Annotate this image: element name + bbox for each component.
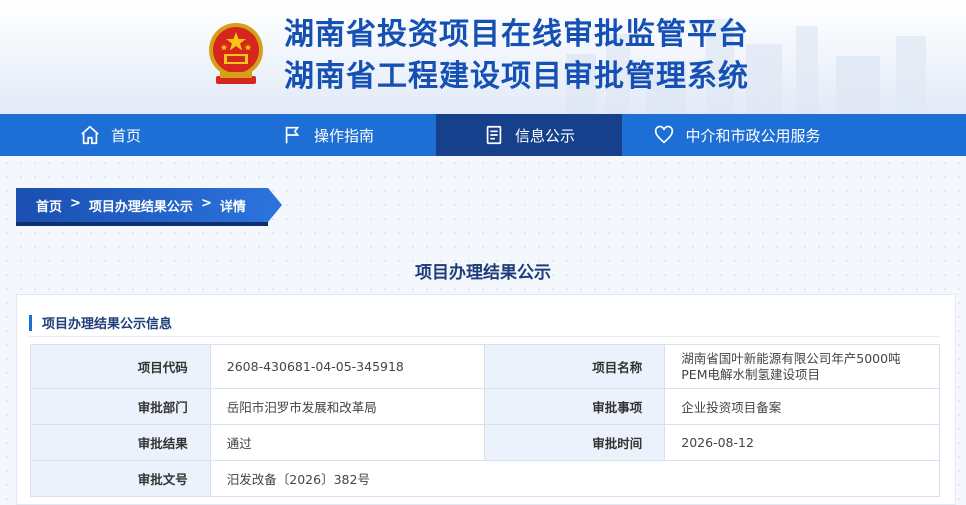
- breadcrumb-separator: >: [70, 195, 81, 211]
- nav-item-guide[interactable]: 操作指南: [220, 114, 436, 156]
- value-approval-result: 通过: [209, 424, 486, 461]
- table-row: 项目代码 2608-430681-04-05-345918 项目名称 湖南省国叶…: [30, 344, 940, 389]
- value-approval-time: 2026-08-12: [664, 424, 940, 461]
- value-project-code: 2608-430681-04-05-345918: [209, 344, 486, 389]
- label-project-name: 项目名称: [484, 344, 666, 389]
- label-approval-matter: 审批事项: [484, 388, 666, 425]
- breadcrumb-separator: >: [200, 195, 212, 211]
- table-row: 审批结果 通过 审批时间 2026-08-12: [30, 424, 940, 461]
- value-approval-department: 岳阳市汨罗市发展和改革局: [209, 388, 486, 425]
- nav-label-intermediary-services: 中介和市政公用服务: [685, 126, 821, 145]
- national-emblem-icon: [206, 20, 266, 92]
- site-header: 湖南省投资项目在线审批监管平台 湖南省工程建设项目审批管理系统: [0, 0, 966, 114]
- label-project-code: 项目代码: [30, 344, 211, 389]
- nav-item-intermediary-services[interactable]: 中介和市政公用服务: [622, 114, 852, 156]
- breadcrumb: 首页 > 项目办理结果公示 > 详情: [16, 188, 282, 226]
- card-header: 项目办理结果公示信息: [29, 309, 939, 337]
- breadcrumb-result-publicity[interactable]: 项目办理结果公示: [89, 196, 193, 215]
- value-approval-doc-number: 汨发改备〔2026〕382号: [209, 460, 941, 497]
- info-table: 项目代码 2608-430681-04-05-345918 项目名称 湖南省国叶…: [30, 344, 941, 497]
- breadcrumb-detail: 详情: [219, 199, 246, 215]
- site-title-line-1: 湖南省投资项目在线审批监管平台: [284, 17, 749, 52]
- home-icon: [81, 125, 99, 145]
- nav-label-home: 首页: [110, 126, 141, 145]
- nav-item-info-publicity[interactable]: 信息公示: [436, 114, 622, 156]
- table-row: 审批文号 汨发改备〔2026〕382号: [30, 460, 941, 497]
- nav-item-home[interactable]: 首页: [0, 114, 220, 156]
- site-title-line-2: 湖南省工程建设项目审批管理系统: [284, 59, 749, 94]
- heart-icon: [655, 125, 674, 144]
- main-nav: 首页 操作指南 信息公示 中介和市政公用服务: [0, 114, 966, 156]
- table-row: 审批部门 岳阳市汨罗市发展和改革局 审批事项 企业投资项目备案: [30, 388, 940, 425]
- value-approval-matter: 企业投资项目备案: [664, 388, 940, 425]
- label-approval-time: 审批时间: [484, 424, 666, 461]
- document-icon: [486, 125, 502, 145]
- flag-icon: [285, 126, 300, 144]
- label-approval-department: 审批部门: [30, 388, 211, 425]
- nav-label-info-publicity: 信息公示: [514, 126, 575, 145]
- nav-label-guide: 操作指南: [313, 126, 374, 145]
- label-approval-doc-number: 审批文号: [30, 460, 211, 497]
- value-project-name: 湖南省国叶新能源有限公司年产5000吨PEM电解水制氢建设项目: [664, 344, 940, 389]
- breadcrumb-home[interactable]: 首页: [36, 196, 62, 215]
- page-title: 项目办理结果公示: [415, 263, 551, 283]
- label-approval-result: 审批结果: [30, 424, 211, 461]
- card-header-title: 项目办理结果公示信息: [42, 317, 173, 332]
